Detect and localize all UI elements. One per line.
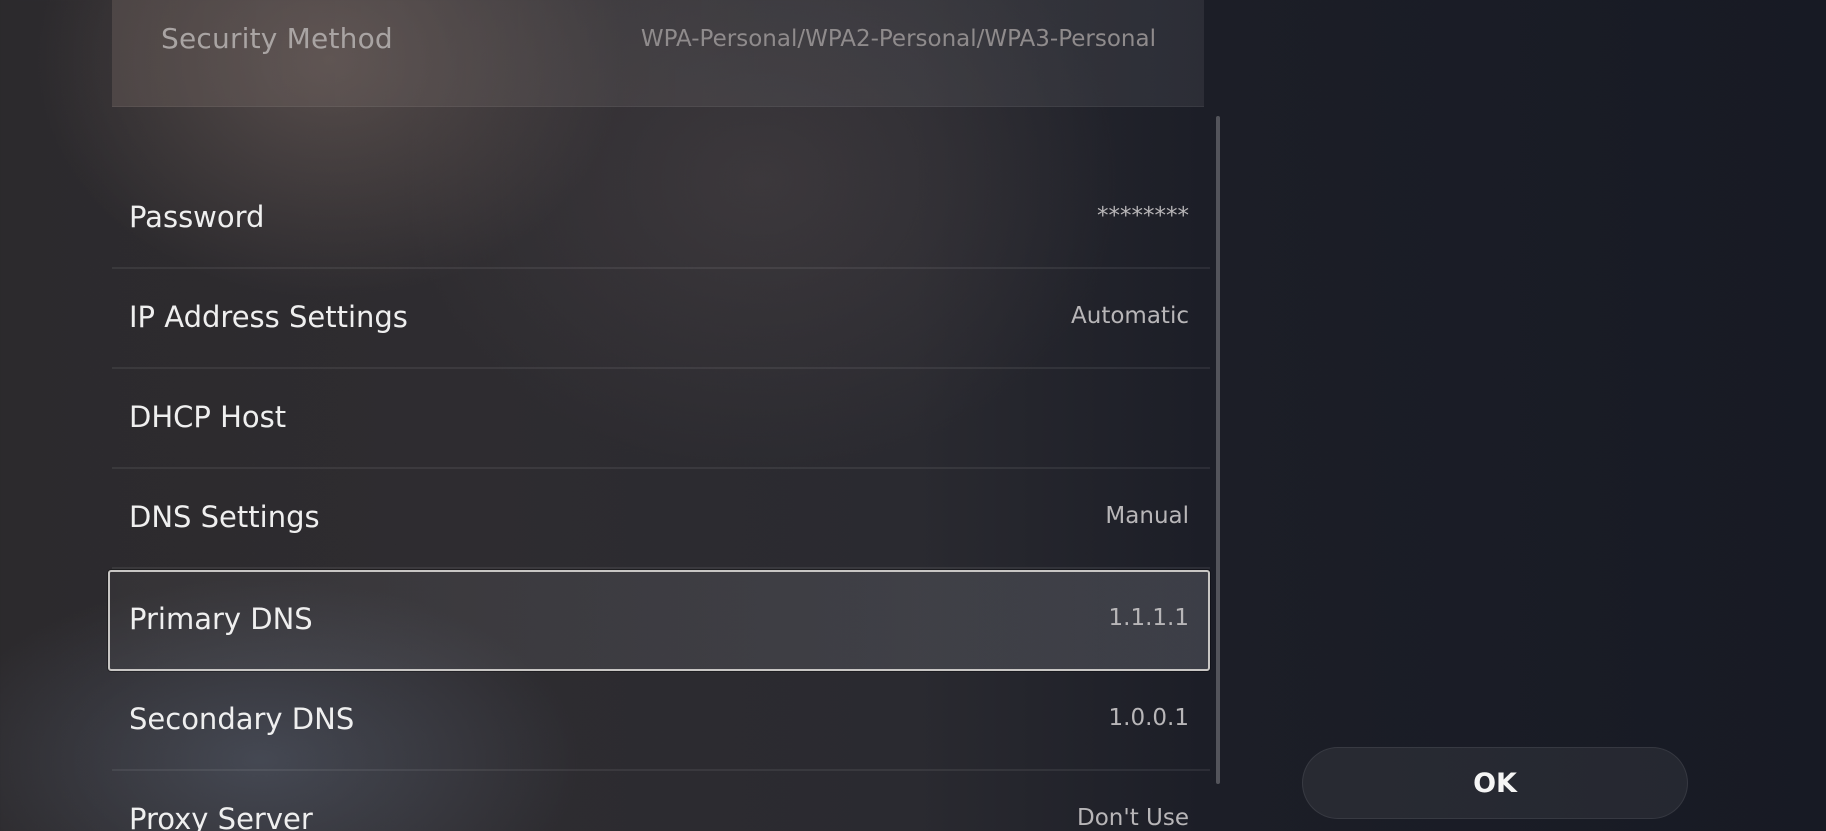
setting-label: Proxy Server bbox=[129, 802, 313, 831]
setting-row-password[interactable]: Password ******** bbox=[112, 170, 1210, 269]
security-method-label: Security Method bbox=[161, 22, 393, 55]
setting-label: Primary DNS bbox=[129, 602, 313, 636]
setting-value: Don't Use bbox=[1077, 805, 1189, 831]
ok-button[interactable]: OK bbox=[1302, 747, 1688, 819]
setting-row-dns-settings[interactable]: DNS Settings Manual bbox=[112, 470, 1210, 569]
setting-label: Password bbox=[129, 200, 265, 234]
settings-list: Password ******** IP Address Settings Au… bbox=[108, 170, 1210, 831]
setting-value: Manual bbox=[1105, 503, 1189, 529]
setting-label: IP Address Settings bbox=[129, 300, 408, 334]
setting-row-proxy-server[interactable]: Proxy Server Don't Use bbox=[112, 772, 1210, 831]
setting-label: Secondary DNS bbox=[129, 702, 355, 736]
setting-label: DNS Settings bbox=[129, 500, 320, 534]
setting-row-primary-dns[interactable]: Primary DNS 1.1.1.1 bbox=[108, 570, 1210, 671]
setting-row-secondary-dns[interactable]: Secondary DNS 1.0.0.1 bbox=[112, 672, 1210, 771]
setting-row-dhcp-host[interactable]: DHCP Host bbox=[112, 370, 1210, 469]
setting-row-security-method[interactable]: Security Method WPA-Personal/WPA2-Person… bbox=[112, 0, 1204, 107]
setting-value: ******** bbox=[1097, 203, 1189, 229]
setting-row-ip-address-settings[interactable]: IP Address Settings Automatic bbox=[112, 270, 1210, 369]
list-scrollbar[interactable] bbox=[1216, 116, 1220, 784]
network-settings-screen: Security Method WPA-Personal/WPA2-Person… bbox=[0, 0, 1826, 831]
setting-value: 1.1.1.1 bbox=[1108, 605, 1189, 631]
setting-value: 1.0.0.1 bbox=[1108, 705, 1189, 731]
setting-label: DHCP Host bbox=[129, 400, 287, 434]
setting-value: Automatic bbox=[1071, 303, 1189, 329]
security-method-value: WPA-Personal/WPA2-Personal/WPA3-Personal bbox=[640, 26, 1156, 52]
